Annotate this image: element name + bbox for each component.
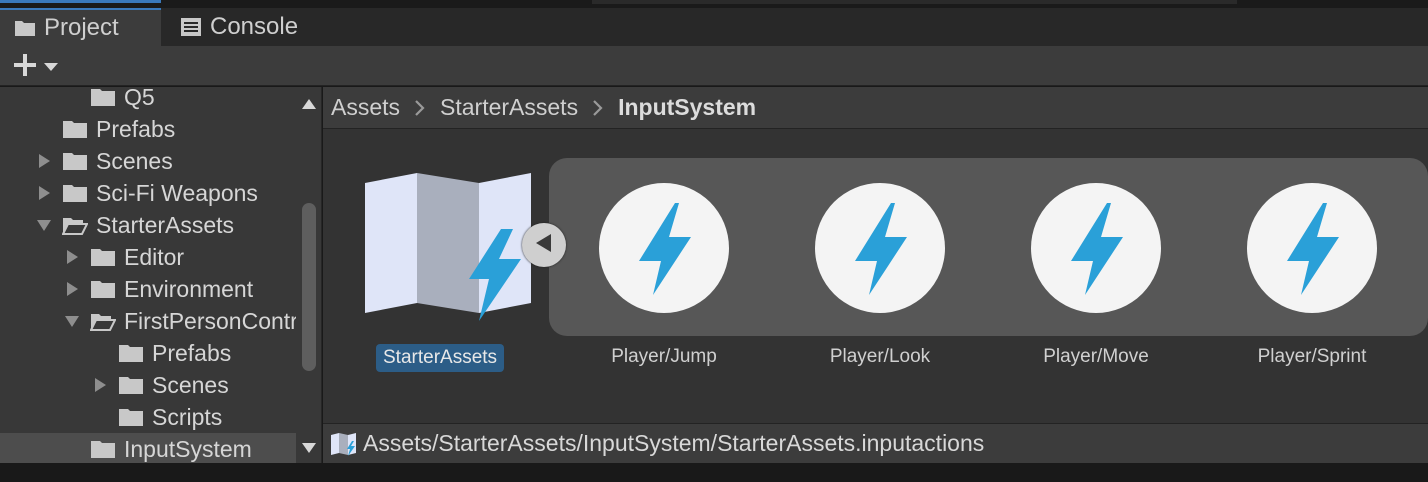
asset-path: Assets/StarterAssets/InputSystem/Starter… bbox=[363, 430, 985, 456]
chevron-right-icon bbox=[414, 99, 426, 117]
tree-item-label: Scenes bbox=[96, 147, 173, 174]
tree-item-label: Scenes bbox=[152, 371, 229, 398]
top-strip-segment bbox=[592, 0, 1237, 4]
tab-console[interactable]: Console bbox=[176, 8, 298, 46]
tree-item[interactable]: Prefabs bbox=[0, 113, 296, 145]
tree-item-label: Editor bbox=[124, 243, 185, 270]
input-actions-asset[interactable] bbox=[361, 171, 541, 321]
folder-icon bbox=[90, 439, 116, 459]
tree-item[interactable]: Sci-Fi Weapons bbox=[0, 177, 296, 209]
create-button[interactable] bbox=[12, 52, 58, 83]
folder-icon bbox=[62, 119, 88, 139]
tree-item-label: Prefabs bbox=[96, 115, 176, 142]
breadcrumb: Assets StarterAssets InputSystem bbox=[323, 87, 1428, 129]
triangle-left-icon bbox=[535, 233, 553, 258]
tree-item[interactable]: StarterAssets bbox=[0, 209, 296, 241]
scroll-down-icon[interactable] bbox=[301, 441, 317, 459]
breadcrumb-current[interactable]: InputSystem bbox=[618, 94, 756, 121]
triangle-down-icon[interactable] bbox=[36, 217, 52, 233]
triangle-down-icon[interactable] bbox=[64, 313, 80, 329]
breadcrumb-item[interactable]: StarterAssets bbox=[440, 94, 578, 121]
folder-icon bbox=[118, 343, 144, 363]
folder-tree: Q5 Prefabs Scenes Sci-Fi Weapons StarterAsse… bbox=[0, 87, 322, 463]
tree-item-label: Scripts bbox=[152, 403, 223, 430]
input-action-item[interactable] bbox=[597, 181, 731, 315]
tab-bar: Project Console bbox=[0, 8, 1428, 46]
asset-path-bar: Assets/StarterAssets/InputSystem/Starter… bbox=[323, 423, 1428, 463]
tree-item[interactable]: Scenes bbox=[0, 145, 296, 177]
chevron-right-icon bbox=[592, 99, 604, 117]
tree-item-label: Q5 bbox=[124, 87, 155, 110]
scroll-up-icon[interactable] bbox=[301, 97, 317, 115]
project-toolbar bbox=[0, 46, 1428, 86]
active-tab-indicator bbox=[0, 0, 161, 3]
folder-icon bbox=[90, 247, 116, 267]
chevron-down-icon bbox=[44, 59, 58, 77]
console-icon bbox=[180, 17, 202, 37]
input-actions-map-icon bbox=[329, 431, 359, 457]
tree-item-label: Sci-Fi Weapons bbox=[96, 179, 258, 206]
tree-item[interactable]: Environment bbox=[0, 273, 296, 305]
folder-icon bbox=[62, 151, 88, 171]
input-action-label[interactable]: Player/Jump bbox=[564, 346, 764, 368]
lightning-icon bbox=[813, 183, 947, 319]
folder-icon bbox=[118, 407, 144, 427]
tree-item-label: StarterAssets bbox=[96, 211, 235, 238]
tree-item[interactable]: InputSystem bbox=[0, 433, 296, 463]
input-action-item[interactable] bbox=[813, 181, 947, 315]
tree-scrollbar[interactable] bbox=[296, 87, 322, 463]
folder-icon bbox=[14, 19, 36, 37]
bottom-strip bbox=[0, 463, 1428, 482]
folder-open-icon bbox=[90, 311, 116, 331]
tree-item[interactable]: Editor bbox=[0, 241, 296, 273]
tab-project[interactable]: Project bbox=[0, 8, 161, 46]
tree-item[interactable]: Scenes bbox=[0, 369, 296, 401]
tree-item-label: Prefabs bbox=[152, 339, 232, 366]
scroll-thumb[interactable] bbox=[302, 203, 316, 371]
folder-icon bbox=[90, 87, 116, 107]
input-action-label[interactable]: Player/Move bbox=[996, 346, 1196, 368]
input-action-item[interactable] bbox=[1029, 181, 1163, 315]
input-action-item[interactable] bbox=[1245, 181, 1379, 315]
tree-item[interactable]: Prefabs bbox=[0, 337, 296, 369]
folder-icon bbox=[62, 183, 88, 203]
input-action-label[interactable]: Player/Look bbox=[780, 346, 980, 368]
folder-icon bbox=[118, 375, 144, 395]
asset-panel: Assets StarterAssets InputSystem Starter… bbox=[323, 87, 1428, 463]
triangle-right-icon[interactable] bbox=[36, 153, 52, 169]
lightning-icon bbox=[1245, 183, 1379, 319]
tree-item-label: InputSystem bbox=[124, 435, 252, 462]
tree-item[interactable]: FirstPersonController bbox=[0, 305, 296, 337]
lightning-icon bbox=[1029, 183, 1163, 319]
tree-item-label: Environment bbox=[124, 275, 254, 302]
triangle-right-icon[interactable] bbox=[92, 377, 108, 393]
collapse-sub-assets-button[interactable] bbox=[522, 223, 566, 267]
tree-item-label: FirstPersonController bbox=[124, 307, 296, 334]
tree-item[interactable]: Scripts bbox=[0, 401, 296, 433]
tab-label: Project bbox=[44, 14, 119, 41]
tree-item[interactable]: Q5 bbox=[0, 87, 296, 113]
lightning-icon bbox=[597, 183, 731, 319]
folder-icon bbox=[90, 279, 116, 299]
top-strip bbox=[0, 0, 1428, 8]
folder-open-icon bbox=[62, 215, 88, 235]
tab-label: Console bbox=[210, 13, 299, 40]
asset-label[interactable]: StarterAssets bbox=[376, 344, 505, 372]
triangle-right-icon[interactable] bbox=[64, 249, 80, 265]
breadcrumb-item[interactable]: Assets bbox=[331, 94, 400, 121]
plus-icon bbox=[12, 52, 38, 83]
input-action-label[interactable]: Player/Sprint bbox=[1212, 346, 1412, 368]
triangle-right-icon[interactable] bbox=[64, 281, 80, 297]
triangle-right-icon[interactable] bbox=[36, 185, 52, 201]
input-actions-map-icon bbox=[361, 173, 541, 325]
